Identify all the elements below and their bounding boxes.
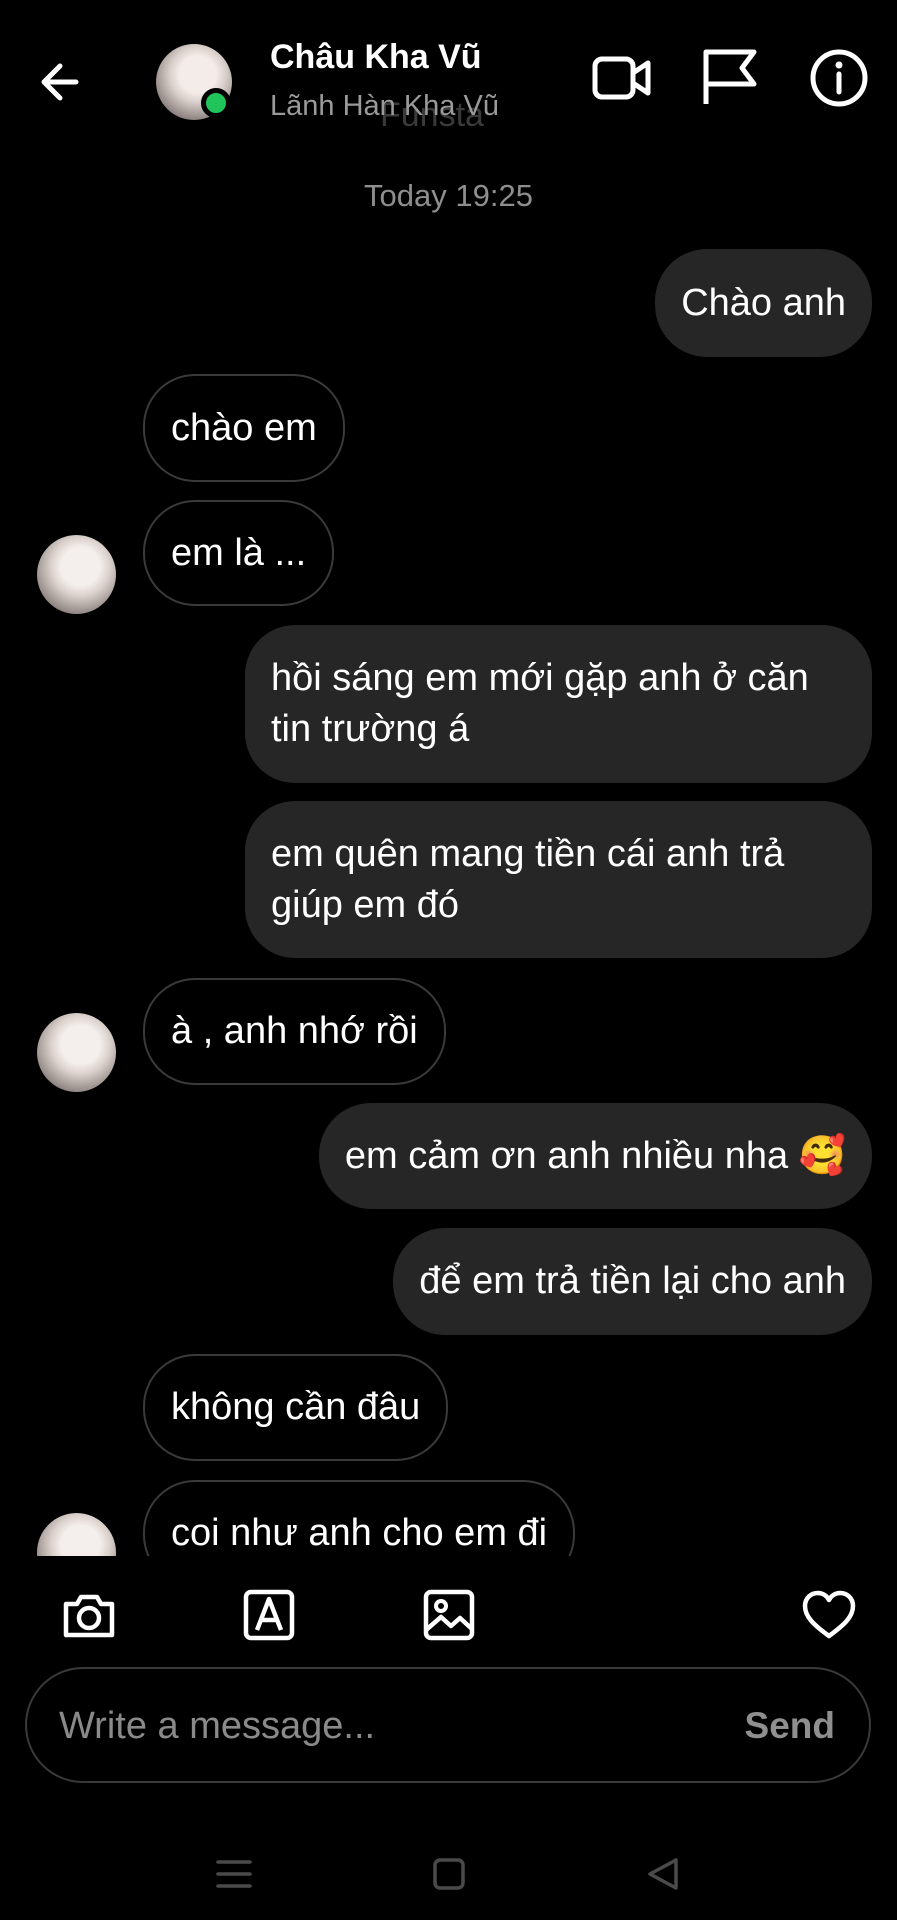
message-bubble-received[interactable]: em là ... <box>143 500 335 606</box>
message-text: à , anh nhớ rồi <box>171 1010 418 1052</box>
back-triangle-icon[interactable] <box>640 1850 688 1898</box>
composer-toolbar <box>0 1556 897 1666</box>
home-square-icon[interactable] <box>425 1850 473 1898</box>
message-bubble-sent[interactable]: em cảm ơn anh nhiều nha 🥰 <box>318 1103 872 1209</box>
flag-icon[interactable] <box>698 46 762 110</box>
contact-avatar-small[interactable] <box>37 1513 116 1556</box>
message-composer: Send <box>25 1667 871 1783</box>
message-text: em là ... <box>171 531 307 574</box>
contact-avatar-small[interactable] <box>37 535 116 614</box>
message-bubble-received[interactable]: à , anh nhớ rồi <box>143 978 446 1085</box>
message-bubble-received[interactable]: coi như anh cho em đi <box>143 1480 576 1556</box>
message-text: em quên mang tiền cái anh trả giúp em đó <box>271 832 785 926</box>
message-text: Chào anh <box>681 281 846 324</box>
message-input[interactable] <box>57 1669 701 1783</box>
contact-avatar-small[interactable] <box>37 1013 116 1092</box>
heart-icon[interactable] <box>800 1586 858 1644</box>
conversation-timestamp: Today 19:25 <box>364 178 533 213</box>
message-text: hồi sáng em mới gặp anh ở căn tin trường… <box>271 657 809 750</box>
text-style-icon[interactable] <box>240 1586 298 1644</box>
back-arrow-icon[interactable] <box>36 52 96 112</box>
info-icon[interactable] <box>807 46 871 110</box>
system-navigation-bar <box>0 1830 897 1920</box>
message-bubble-sent[interactable]: Chào anh <box>655 249 872 357</box>
message-text: chào em <box>171 406 317 449</box>
contact-username: Lãnh Hàn Kha Vũ <box>270 90 499 122</box>
chat-header: Châu Kha Vũ Funsta Lãnh Hàn Kha Vũ <box>0 0 897 170</box>
menu-icon[interactable] <box>210 1850 258 1898</box>
message-list[interactable]: Chào anh chào em em là ... hồi sáng em m… <box>0 230 897 1556</box>
message-bubble-received[interactable]: không cần đâu <box>143 1354 449 1461</box>
message-text: em cảm ơn anh nhiều nha 🥰 <box>344 1134 846 1177</box>
camera-icon[interactable] <box>60 1586 118 1644</box>
message-text: coi như anh cho em đi <box>171 1512 548 1554</box>
send-button[interactable]: Send <box>745 1705 835 1747</box>
online-status-dot <box>201 88 231 118</box>
message-bubble-sent[interactable]: hồi sáng em mới gặp anh ở căn tin trường… <box>245 625 872 783</box>
video-call-icon[interactable] <box>590 46 654 110</box>
message-bubble-sent[interactable]: em quên mang tiền cái anh trả giúp em đó <box>245 801 872 958</box>
message-bubble-received[interactable]: chào em <box>143 374 345 482</box>
gallery-icon[interactable] <box>420 1586 478 1644</box>
contact-name[interactable]: Châu Kha Vũ <box>270 38 482 77</box>
message-bubble-sent[interactable]: để em trả tiền lại cho anh <box>393 1228 872 1335</box>
message-text: không cần đâu <box>171 1386 421 1428</box>
message-text: để em trả tiền lại cho anh <box>419 1260 846 1302</box>
